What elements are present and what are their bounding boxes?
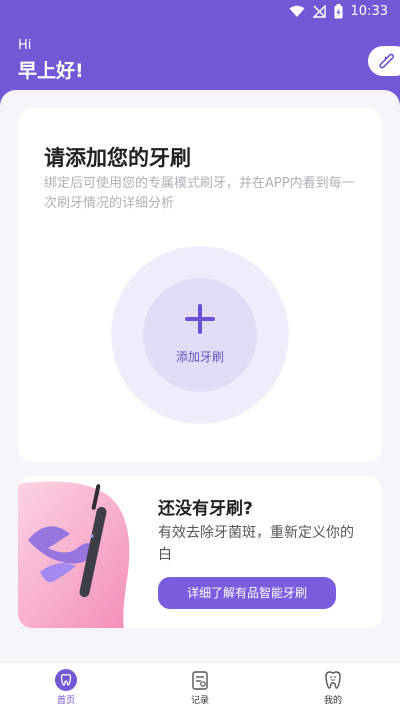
greeting-small: Hi — [18, 38, 32, 53]
add-toothbrush-button[interactable]: 添加牙刷 — [143, 278, 257, 392]
add-toothbrush-halo: 添加牙刷 — [111, 246, 289, 424]
add-toothbrush-card: 请添加您的牙刷 绑定后可使用您的专属模式刷牙，并在APP内看到每一次刷牙情况的详… — [18, 108, 382, 462]
add-toothbrush-label: 添加牙刷 — [175, 350, 224, 364]
promo-description: 有效去除牙菌斑，重新定义你的白 — [158, 525, 354, 563]
toothbrush-icon — [379, 53, 394, 69]
promo-card: 还没有牙刷? 有效去除牙菌斑，重新定义你的白 详细了解有品智能牙刷 — [18, 476, 382, 628]
status-time: 10:33 — [350, 4, 388, 19]
record-icon — [192, 671, 208, 690]
add-card-title: 请添加您的牙刷 — [44, 146, 191, 170]
brush-shortcut-button[interactable] — [368, 46, 400, 76]
nav-item-home[interactable]: 首页 — [36, 669, 96, 706]
no-signal-icon — [312, 5, 326, 18]
wifi-icon — [289, 5, 305, 17]
bottom-nav: 首页 记录 我的 — [0, 662, 400, 712]
battery-charging-icon — [334, 4, 343, 19]
plus-icon — [185, 304, 215, 334]
greeting-main: 早上好! — [18, 60, 84, 82]
status-bar: 10:33 — [0, 0, 400, 24]
toothbrush-illustration — [18, 481, 130, 628]
nav-label-profile: 我的 — [323, 696, 342, 706]
nav-item-record[interactable]: 记录 — [170, 669, 230, 706]
learn-more-button[interactable]: 详细了解有品智能牙刷 — [158, 577, 336, 609]
nav-label-home: 首页 — [56, 696, 75, 706]
promo-title: 还没有牙刷? — [158, 499, 253, 519]
tooth-home-icon — [55, 669, 77, 691]
profile-tooth-icon — [325, 671, 341, 689]
nav-label-record: 记录 — [190, 696, 209, 706]
add-card-description: 绑定后可使用您的专属模式刷牙，并在APP内看到每一次刷牙情况的详细分析 — [44, 176, 355, 211]
nav-item-profile[interactable]: 我的 — [303, 669, 363, 706]
